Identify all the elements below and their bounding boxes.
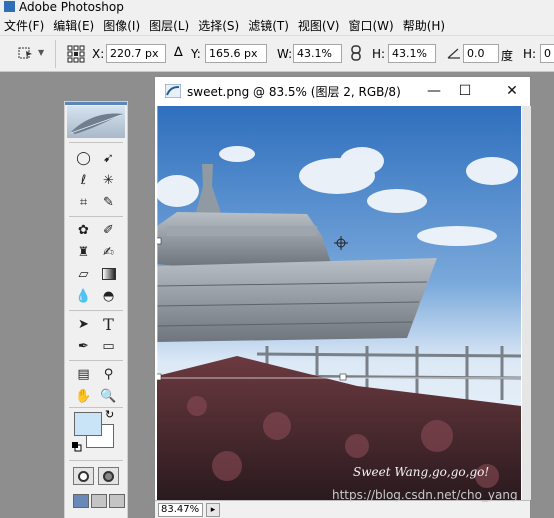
history-brush-icon[interactable]: ✍ — [98, 242, 119, 262]
menu-filter[interactable]: 滤镜(T) — [244, 17, 294, 34]
app-title: Adobe Photoshop — [19, 0, 124, 14]
default-colors-icon[interactable] — [72, 442, 82, 452]
clone-stamp-icon[interactable]: ♜ — [73, 242, 94, 262]
standard-screen-button[interactable] — [73, 494, 89, 508]
y-label: Y: — [191, 47, 201, 61]
toolbox-divider — [69, 360, 123, 361]
toolbox-divider — [69, 460, 123, 461]
photoshop-logo-icon — [4, 1, 15, 12]
options-divider — [55, 40, 56, 68]
brush-tool-icon[interactable]: ✐ — [98, 220, 119, 240]
menu-window[interactable]: 窗口(W) — [344, 17, 398, 34]
photoshop-doc-icon — [165, 84, 181, 98]
slice-tool-icon[interactable]: ✎ — [98, 192, 119, 212]
marquee-tool-icon[interactable]: ◯ — [73, 148, 94, 168]
reference-point-icon[interactable] — [67, 45, 85, 63]
maximize-button[interactable]: ☐ — [455, 81, 475, 101]
notes-tool-icon[interactable]: ▤ — [73, 364, 94, 384]
toolbox-grip[interactable] — [65, 102, 127, 105]
crop-tool-icon[interactable]: ⌗ — [73, 192, 94, 212]
document-window: sweet.png @ 83.5% (图层 2, RGB/8) — ☐ ✕ Sw… — [154, 76, 531, 518]
w-label: W: — [277, 47, 293, 61]
zoom-level-field[interactable]: 83.47% — [158, 503, 203, 517]
menu-edit[interactable]: 编辑(E) — [49, 17, 99, 34]
quick-mask-button[interactable] — [98, 467, 119, 485]
h-skew-field[interactable]: 0 — [540, 44, 554, 63]
dodge-tool-icon[interactable]: ◓ — [98, 286, 119, 306]
menu-layer[interactable]: 图层(L) — [145, 17, 194, 34]
shape-tool-icon[interactable]: ▭ — [98, 336, 119, 356]
minimize-button[interactable]: — — [424, 81, 444, 101]
move-tool-icon[interactable]: ➹ — [98, 148, 119, 168]
degree-unit: 度 — [501, 49, 514, 63]
eraser-tool-icon[interactable]: ▱ — [73, 264, 94, 284]
rotation-angle-field[interactable]: 0.0 — [463, 44, 499, 63]
delta-icon[interactable]: ∆ — [174, 45, 183, 60]
y-position-field[interactable]: 165.6 px — [205, 44, 267, 63]
vertical-scrollbar[interactable] — [522, 106, 531, 500]
pen-tool-icon[interactable]: ✒ — [73, 336, 94, 356]
gradient-tool-icon[interactable] — [98, 264, 119, 284]
toolbox-divider — [69, 216, 123, 217]
tool-preset-dropdown-icon[interactable]: ▼ — [38, 48, 44, 57]
magic-wand-icon[interactable]: ✳ — [98, 170, 119, 190]
foreground-color-swatch[interactable] — [74, 412, 102, 436]
menu-bar: 文件(F) 编辑(E) 图像(I) 图层(L) 选择(S) 滤镜(T) 视图(V… — [0, 15, 554, 36]
move-transform-icon[interactable] — [17, 45, 33, 61]
standard-mode-button[interactable] — [73, 467, 94, 485]
toolbox-divider — [69, 407, 123, 408]
lasso-tool-icon[interactable]: ℓ — [73, 170, 94, 190]
height-percent-field[interactable]: 43.1% — [388, 44, 436, 63]
width-percent-field[interactable]: 43.1% — [293, 44, 342, 63]
h-label: H: — [372, 47, 386, 61]
menu-view[interactable]: 视图(V) — [294, 17, 345, 34]
watermark-url: https://blog.csdn.net/cho_yang — [332, 488, 518, 502]
options-bar: ▼ X: 220.7 px ∆ Y: 165.6 px W: 43.1% H: … — [0, 36, 554, 72]
type-tool-icon[interactable]: T — [98, 314, 119, 334]
menu-help[interactable]: 帮助(H) — [399, 17, 450, 34]
document-status-bar: 83.47% ▸ — [155, 500, 530, 518]
document-title-bar[interactable]: sweet.png @ 83.5% (图层 2, RGB/8) — ☐ ✕ — [155, 77, 530, 105]
ship-photo-image — [157, 106, 521, 500]
toolbox-divider — [69, 142, 123, 143]
zoom-tool-icon[interactable]: 🔍 — [98, 386, 119, 406]
rotation-angle-icon — [447, 48, 460, 59]
swap-colors-icon[interactable]: ↻ — [105, 408, 114, 421]
path-selection-icon[interactable]: ➤ — [73, 314, 94, 334]
image-signature-text: Sweet Wang,go,go,go! — [353, 465, 490, 479]
status-info-icon[interactable]: ▸ — [206, 503, 220, 517]
menu-image[interactable]: 图像(I) — [99, 17, 145, 34]
feather-logo — [67, 106, 125, 138]
document-title: sweet.png @ 83.5% (图层 2, RGB/8) — [187, 85, 401, 99]
x-position-field[interactable]: 220.7 px — [106, 44, 166, 63]
eyedropper-tool-icon[interactable]: ⚲ — [98, 364, 119, 384]
close-button[interactable]: ✕ — [502, 81, 522, 101]
full-screen-menu-button[interactable] — [91, 494, 107, 508]
healing-brush-icon[interactable]: ✿ — [73, 220, 94, 240]
image-canvas[interactable]: Sweet Wang,go,go,go! — [157, 106, 521, 500]
menu-select[interactable]: 选择(S) — [194, 17, 244, 34]
app-title-bar: Adobe Photoshop — [0, 0, 554, 15]
menu-file[interactable]: 文件(F) — [0, 17, 49, 34]
x-label: X: — [92, 47, 105, 61]
hand-tool-icon[interactable]: ✋ — [73, 386, 94, 406]
toolbox-panel: ◯ ➹ ℓ ✳ ⌗ ✎ ✿ ✐ ♜ ✍ ▱ 💧 ◓ ➤ T ✒ ▭ ▤ ⚲ ✋ … — [64, 101, 128, 518]
blur-tool-icon[interactable]: 💧 — [73, 286, 94, 306]
h-skew-label: H: — [523, 47, 537, 61]
toolbox-divider — [69, 310, 123, 311]
full-screen-button[interactable] — [109, 494, 125, 508]
link-chain-icon[interactable] — [349, 45, 363, 61]
